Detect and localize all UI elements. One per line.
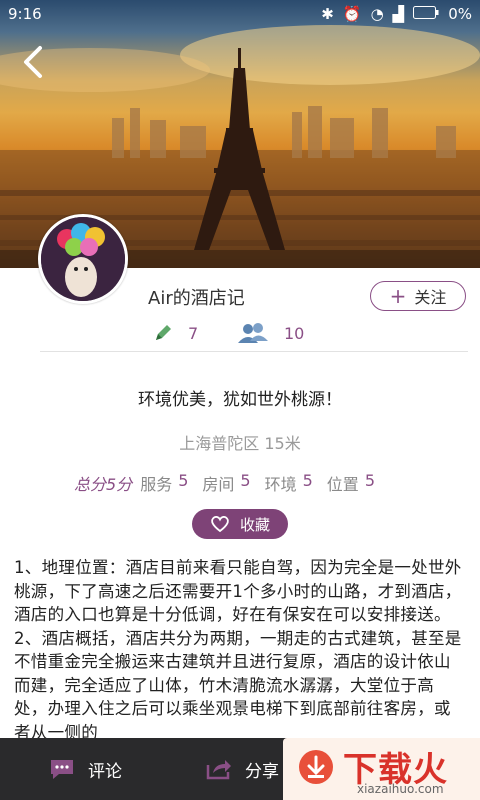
plus-icon: +	[389, 284, 407, 308]
favorite-button[interactable]: 收藏	[192, 509, 288, 539]
comment-icon	[51, 760, 73, 779]
followers-count: 10	[284, 323, 305, 343]
battery-level: 0%	[448, 5, 472, 23]
share-icon	[206, 760, 231, 780]
review-title: 环境优美，犹如世外桃源！	[138, 390, 342, 410]
divider	[40, 351, 468, 352]
share-label: 分享	[245, 761, 279, 782]
signal-icon: ▟	[392, 5, 405, 23]
status-icons: ✱ ⏰ ◔ ▟ 0%	[321, 5, 472, 23]
followers-stat[interactable]: 10	[236, 322, 304, 344]
comment-button[interactable]: 评论	[48, 738, 122, 800]
battery-icon	[413, 5, 439, 23]
watermark-url: xiazaihuo.com	[357, 782, 444, 796]
back-button[interactable]	[20, 44, 52, 80]
score-value: 5	[364, 471, 375, 490]
review-location: 上海普陀区 15米	[179, 434, 301, 453]
posts-count: 7	[188, 323, 199, 343]
avatar[interactable]	[38, 214, 128, 304]
username: Air的酒店记	[148, 288, 245, 309]
status-time: 9:16	[8, 5, 42, 23]
score-label: 位置	[326, 475, 359, 494]
share-button[interactable]: 分享	[205, 738, 279, 800]
favorite-label: 收藏	[239, 515, 270, 534]
score-value: 5	[302, 471, 313, 490]
review-body: 1、地理位置：酒店目前来看只能自驾，因为完全是一处世外桃源，下了高速之后还需要开…	[14, 558, 462, 742]
score-label: 环境	[264, 475, 297, 494]
watermark: 下载火 xiazaihuo.com	[283, 738, 480, 800]
score-value: 5	[240, 471, 251, 490]
score-label: 房间	[202, 475, 235, 494]
follow-button[interactable]: + 关注	[370, 281, 466, 311]
wifi-icon: ◔	[370, 5, 384, 23]
bluetooth-icon: ✱	[321, 5, 334, 23]
status-bar: 9:16 ✱ ⏰ ◔ ▟ 0%	[0, 0, 480, 28]
avatar-image	[41, 217, 125, 301]
comment-label: 评论	[88, 761, 122, 782]
score-value: 5	[178, 471, 189, 490]
alarm-icon: ⏰	[342, 5, 362, 23]
pencil-icon	[156, 325, 171, 340]
download-logo-icon	[299, 750, 333, 784]
score-label: 服务	[140, 475, 173, 494]
scores-row: 总分5分 服务 5 房间 5 环境 5 位置 5	[74, 471, 389, 495]
score-total: 总分5分	[74, 475, 133, 494]
heart-icon	[211, 516, 229, 533]
posts-stat[interactable]: 7	[152, 322, 198, 344]
follow-label: 关注	[414, 288, 447, 307]
users-icon	[238, 323, 268, 343]
chevron-left-icon	[24, 46, 42, 78]
